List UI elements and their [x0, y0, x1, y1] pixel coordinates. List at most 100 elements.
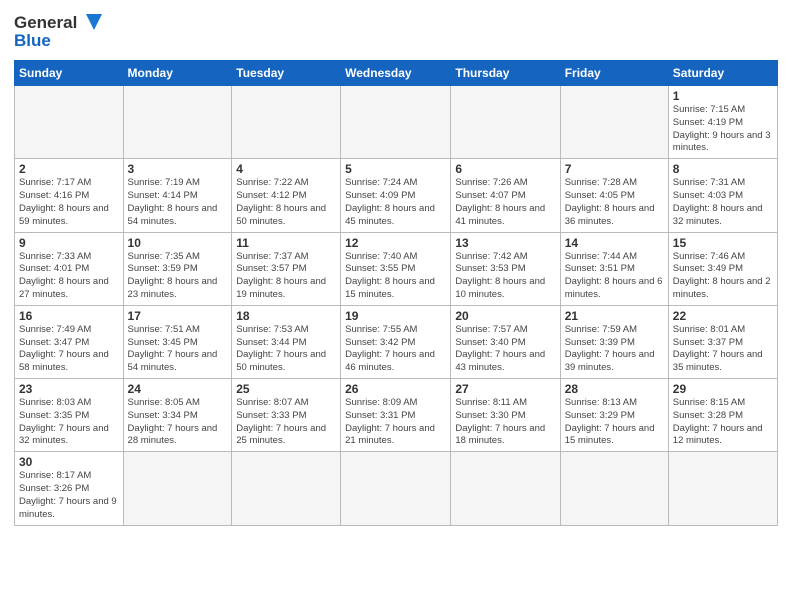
calendar-cell: 21Sunrise: 7:59 AM Sunset: 3:39 PM Dayli…: [560, 305, 668, 378]
weekday-header-friday: Friday: [560, 61, 668, 86]
day-info: Sunrise: 8:05 AM Sunset: 3:34 PM Dayligh…: [128, 397, 228, 448]
calendar-cell: 11Sunrise: 7:37 AM Sunset: 3:57 PM Dayli…: [232, 232, 341, 305]
calendar-cell: 29Sunrise: 8:15 AM Sunset: 3:28 PM Dayli…: [668, 379, 777, 452]
weekday-header-saturday: Saturday: [668, 61, 777, 86]
calendar-cell: 2Sunrise: 7:17 AM Sunset: 4:16 PM Daylig…: [15, 159, 124, 232]
day-info: Sunrise: 7:51 AM Sunset: 3:45 PM Dayligh…: [128, 324, 228, 375]
day-number: 1: [673, 89, 773, 103]
day-info: Sunrise: 7:17 AM Sunset: 4:16 PM Dayligh…: [19, 177, 119, 228]
day-number: 27: [455, 382, 555, 396]
day-number: 3: [128, 162, 228, 176]
day-info: Sunrise: 8:11 AM Sunset: 3:30 PM Dayligh…: [455, 397, 555, 448]
day-info: Sunrise: 7:19 AM Sunset: 4:14 PM Dayligh…: [128, 177, 228, 228]
week-row-3: 9Sunrise: 7:33 AM Sunset: 4:01 PM Daylig…: [15, 232, 778, 305]
week-row-4: 16Sunrise: 7:49 AM Sunset: 3:47 PM Dayli…: [15, 305, 778, 378]
weekday-header-monday: Monday: [123, 61, 232, 86]
calendar-cell: [451, 452, 560, 525]
calendar-cell: 16Sunrise: 7:49 AM Sunset: 3:47 PM Dayli…: [15, 305, 124, 378]
day-number: 15: [673, 236, 773, 250]
header: General Blue: [14, 10, 778, 54]
day-number: 10: [128, 236, 228, 250]
day-info: Sunrise: 7:15 AM Sunset: 4:19 PM Dayligh…: [673, 104, 773, 155]
day-number: 21: [565, 309, 664, 323]
day-info: Sunrise: 8:07 AM Sunset: 3:33 PM Dayligh…: [236, 397, 336, 448]
week-row-1: 1Sunrise: 7:15 AM Sunset: 4:19 PM Daylig…: [15, 86, 778, 159]
day-number: 11: [236, 236, 336, 250]
day-info: Sunrise: 7:37 AM Sunset: 3:57 PM Dayligh…: [236, 251, 336, 302]
calendar-cell: [341, 452, 451, 525]
calendar-cell: 20Sunrise: 7:57 AM Sunset: 3:40 PM Dayli…: [451, 305, 560, 378]
day-info: Sunrise: 7:49 AM Sunset: 3:47 PM Dayligh…: [19, 324, 119, 375]
calendar-cell: 19Sunrise: 7:55 AM Sunset: 3:42 PM Dayli…: [341, 305, 451, 378]
day-info: Sunrise: 7:59 AM Sunset: 3:39 PM Dayligh…: [565, 324, 664, 375]
day-number: 20: [455, 309, 555, 323]
calendar-cell: 12Sunrise: 7:40 AM Sunset: 3:55 PM Dayli…: [341, 232, 451, 305]
svg-text:General: General: [14, 13, 77, 32]
calendar-cell: 25Sunrise: 8:07 AM Sunset: 3:33 PM Dayli…: [232, 379, 341, 452]
day-info: Sunrise: 7:31 AM Sunset: 4:03 PM Dayligh…: [673, 177, 773, 228]
day-info: Sunrise: 8:01 AM Sunset: 3:37 PM Dayligh…: [673, 324, 773, 375]
calendar-cell: [560, 452, 668, 525]
day-number: 23: [19, 382, 119, 396]
day-number: 29: [673, 382, 773, 396]
calendar-cell: 3Sunrise: 7:19 AM Sunset: 4:14 PM Daylig…: [123, 159, 232, 232]
weekday-header-thursday: Thursday: [451, 61, 560, 86]
day-info: Sunrise: 7:24 AM Sunset: 4:09 PM Dayligh…: [345, 177, 446, 228]
day-number: 6: [455, 162, 555, 176]
calendar-cell: 4Sunrise: 7:22 AM Sunset: 4:12 PM Daylig…: [232, 159, 341, 232]
day-number: 13: [455, 236, 555, 250]
calendar-table: SundayMondayTuesdayWednesdayThursdayFrid…: [14, 60, 778, 526]
day-info: Sunrise: 8:03 AM Sunset: 3:35 PM Dayligh…: [19, 397, 119, 448]
day-number: 28: [565, 382, 664, 396]
calendar-cell: 6Sunrise: 7:26 AM Sunset: 4:07 PM Daylig…: [451, 159, 560, 232]
calendar-cell: 26Sunrise: 8:09 AM Sunset: 3:31 PM Dayli…: [341, 379, 451, 452]
day-number: 17: [128, 309, 228, 323]
calendar-cell: 5Sunrise: 7:24 AM Sunset: 4:09 PM Daylig…: [341, 159, 451, 232]
calendar-cell: [15, 86, 124, 159]
calendar-cell: 30Sunrise: 8:17 AM Sunset: 3:26 PM Dayli…: [15, 452, 124, 525]
calendar-cell: 1Sunrise: 7:15 AM Sunset: 4:19 PM Daylig…: [668, 86, 777, 159]
calendar-cell: 15Sunrise: 7:46 AM Sunset: 3:49 PM Dayli…: [668, 232, 777, 305]
day-number: 14: [565, 236, 664, 250]
day-number: 7: [565, 162, 664, 176]
calendar-cell: [232, 86, 341, 159]
weekday-header-tuesday: Tuesday: [232, 61, 341, 86]
calendar-cell: 23Sunrise: 8:03 AM Sunset: 3:35 PM Dayli…: [15, 379, 124, 452]
day-number: 26: [345, 382, 446, 396]
day-info: Sunrise: 8:15 AM Sunset: 3:28 PM Dayligh…: [673, 397, 773, 448]
calendar-cell: [123, 452, 232, 525]
day-number: 30: [19, 455, 119, 469]
day-number: 18: [236, 309, 336, 323]
calendar-cell: [668, 452, 777, 525]
weekday-header-row: SundayMondayTuesdayWednesdayThursdayFrid…: [15, 61, 778, 86]
day-info: Sunrise: 7:46 AM Sunset: 3:49 PM Dayligh…: [673, 251, 773, 302]
day-info: Sunrise: 7:33 AM Sunset: 4:01 PM Dayligh…: [19, 251, 119, 302]
logo: General Blue: [14, 10, 104, 54]
calendar-cell: 18Sunrise: 7:53 AM Sunset: 3:44 PM Dayli…: [232, 305, 341, 378]
calendar-cell: 13Sunrise: 7:42 AM Sunset: 3:53 PM Dayli…: [451, 232, 560, 305]
week-row-2: 2Sunrise: 7:17 AM Sunset: 4:16 PM Daylig…: [15, 159, 778, 232]
day-number: 4: [236, 162, 336, 176]
calendar-cell: 24Sunrise: 8:05 AM Sunset: 3:34 PM Dayli…: [123, 379, 232, 452]
day-number: 8: [673, 162, 773, 176]
calendar-cell: [232, 452, 341, 525]
logo-svg: General Blue: [14, 10, 104, 54]
page: General Blue SundayMondayTuesdayWednesda…: [0, 0, 792, 612]
calendar-cell: [341, 86, 451, 159]
calendar-cell: 27Sunrise: 8:11 AM Sunset: 3:30 PM Dayli…: [451, 379, 560, 452]
calendar-cell: 17Sunrise: 7:51 AM Sunset: 3:45 PM Dayli…: [123, 305, 232, 378]
calendar-cell: [560, 86, 668, 159]
calendar-cell: 28Sunrise: 8:13 AM Sunset: 3:29 PM Dayli…: [560, 379, 668, 452]
calendar-cell: 14Sunrise: 7:44 AM Sunset: 3:51 PM Dayli…: [560, 232, 668, 305]
weekday-header-wednesday: Wednesday: [341, 61, 451, 86]
calendar-cell: 8Sunrise: 7:31 AM Sunset: 4:03 PM Daylig…: [668, 159, 777, 232]
day-info: Sunrise: 7:26 AM Sunset: 4:07 PM Dayligh…: [455, 177, 555, 228]
calendar-cell: 22Sunrise: 8:01 AM Sunset: 3:37 PM Dayli…: [668, 305, 777, 378]
calendar-cell: 7Sunrise: 7:28 AM Sunset: 4:05 PM Daylig…: [560, 159, 668, 232]
calendar-cell: 9Sunrise: 7:33 AM Sunset: 4:01 PM Daylig…: [15, 232, 124, 305]
svg-text:Blue: Blue: [14, 31, 51, 50]
day-info: Sunrise: 8:13 AM Sunset: 3:29 PM Dayligh…: [565, 397, 664, 448]
calendar-cell: [451, 86, 560, 159]
day-number: 25: [236, 382, 336, 396]
weekday-header-sunday: Sunday: [15, 61, 124, 86]
